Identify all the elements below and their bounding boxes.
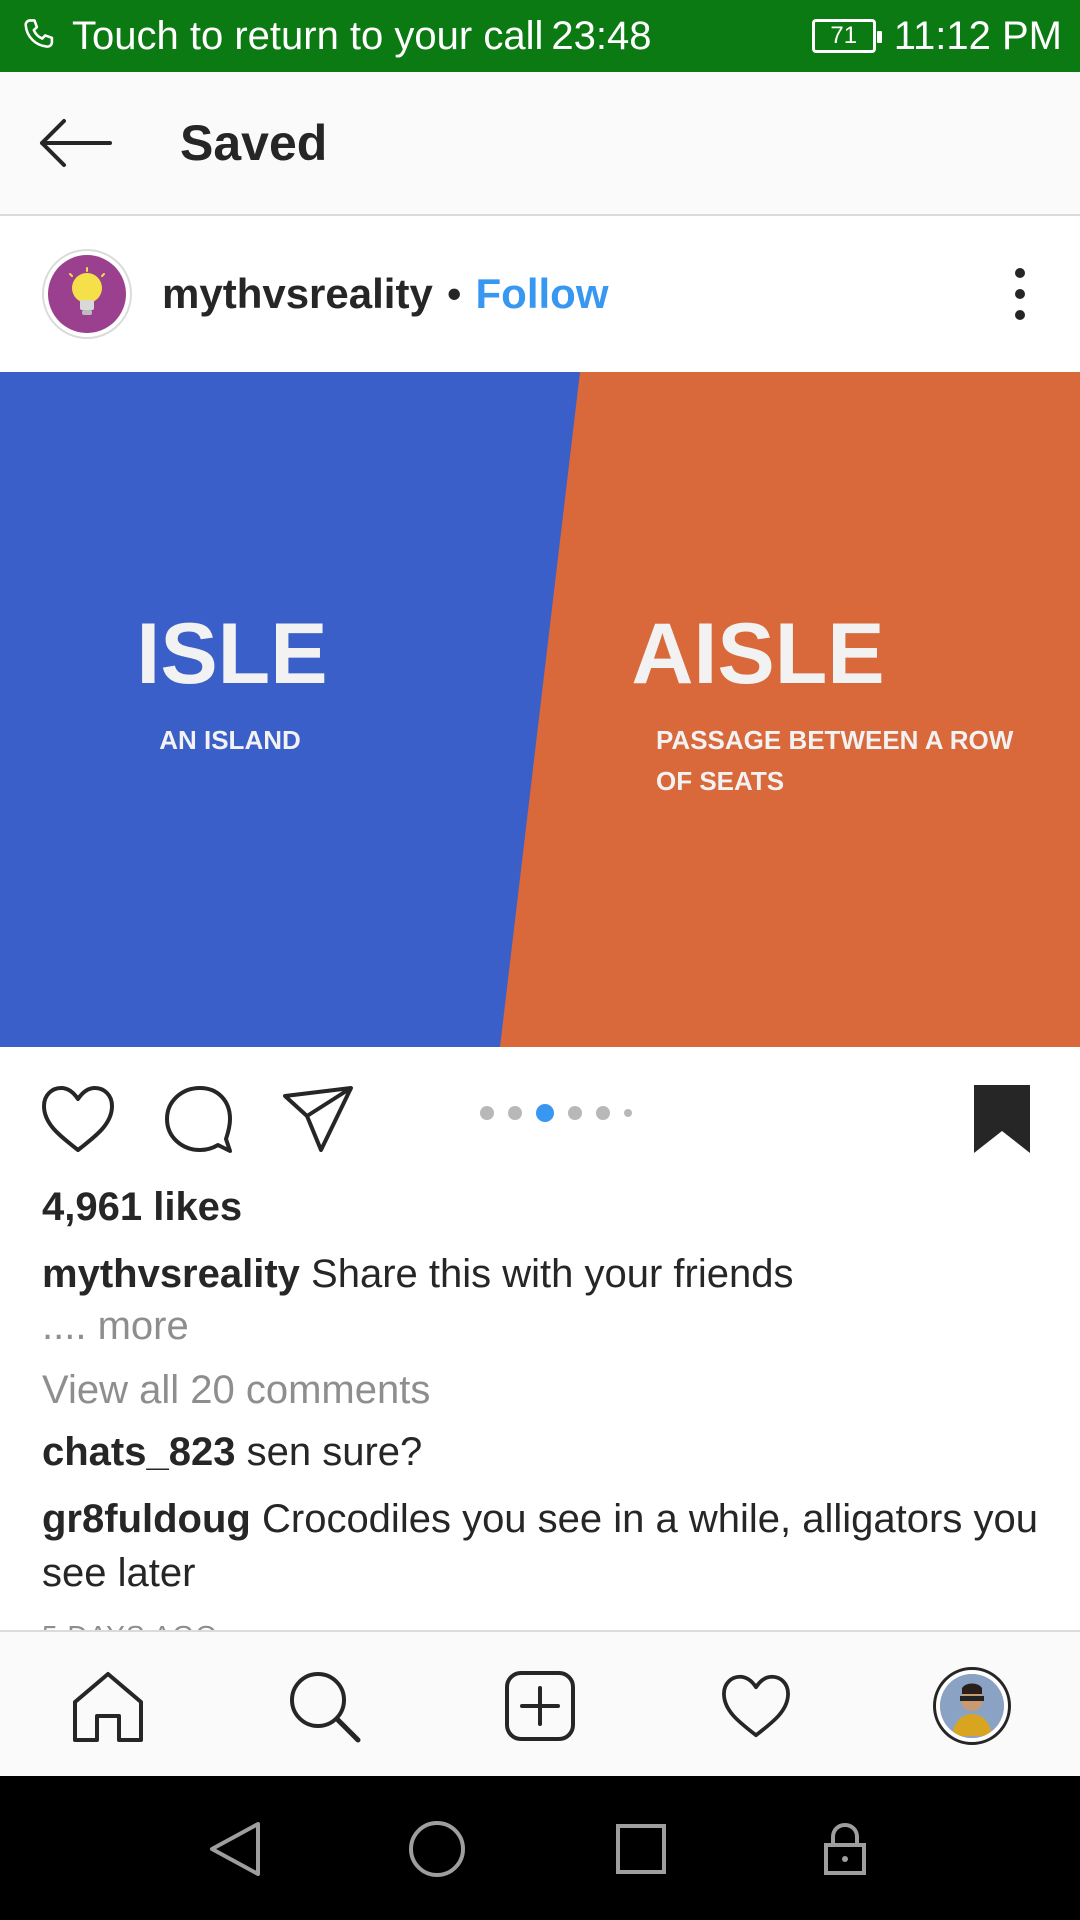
post-image[interactable]: ISLE AN ISLAND AISLE PASSAGE BETWEEN A R… xyxy=(0,372,1080,1047)
like-button[interactable] xyxy=(38,1079,118,1159)
back-button[interactable] xyxy=(20,88,130,198)
caption-more-link[interactable]: .... more xyxy=(42,1304,189,1349)
add-post-icon xyxy=(505,1671,575,1741)
carousel-dot xyxy=(536,1104,554,1122)
share-icon xyxy=(283,1086,353,1152)
carousel-dot xyxy=(596,1106,610,1120)
carousel-dot xyxy=(568,1106,582,1120)
search-icon xyxy=(290,1672,361,1743)
nav-search[interactable] xyxy=(282,1664,366,1748)
back-triangle-icon xyxy=(210,1822,260,1876)
follow-button[interactable]: Follow xyxy=(476,270,609,318)
bottom-navigation xyxy=(0,1630,1080,1776)
save-button[interactable] xyxy=(962,1079,1042,1159)
separator-dot: • xyxy=(446,270,462,317)
image-left-meaning: AN ISLAND xyxy=(159,725,301,755)
home-circle-icon xyxy=(409,1821,465,1877)
view-all-comments-link[interactable]: View all 20 comments xyxy=(42,1368,430,1413)
caption-text: Share this with your friends xyxy=(311,1252,794,1296)
profile-avatar xyxy=(933,1667,1011,1745)
system-navigation-bar xyxy=(0,1776,1080,1920)
page-title: Saved xyxy=(180,115,328,171)
lock-icon xyxy=(824,1822,866,1875)
image-right-meaning-line1: PASSAGE BETWEEN A ROW xyxy=(656,725,1014,755)
battery-icon: 71 xyxy=(811,19,882,53)
post-author-username[interactable]: mythvsreality xyxy=(162,270,433,318)
carousel-dot xyxy=(624,1109,632,1117)
carousel-dot xyxy=(508,1106,522,1120)
post-caption: mythvsreality Share this with your frien… xyxy=(42,1248,1042,1300)
heart-icon xyxy=(42,1086,114,1152)
likes-count[interactable]: 4,961 likes xyxy=(42,1185,242,1230)
recents-square-icon xyxy=(616,1824,666,1874)
activity-heart-icon xyxy=(722,1674,790,1738)
back-arrow-icon xyxy=(40,119,112,167)
post-header: mythvsreality • Follow xyxy=(0,218,1080,370)
nav-home[interactable] xyxy=(66,1664,150,1748)
system-back-button[interactable] xyxy=(204,1818,266,1880)
carousel-dot xyxy=(480,1106,494,1120)
caption-username[interactable]: mythvsreality xyxy=(42,1252,300,1296)
comment-item: gr8fuldoug Crocodiles you see in a while… xyxy=(42,1492,1042,1600)
carousel-indicator xyxy=(480,1104,632,1122)
comment-text: sen sure? xyxy=(246,1430,423,1474)
comment-icon xyxy=(165,1086,232,1153)
more-options-icon[interactable] xyxy=(1000,264,1040,324)
status-bar[interactable]: Touch to return to your call 23:48 71 11… xyxy=(0,0,1080,72)
system-recents-button[interactable] xyxy=(610,1818,672,1880)
comment-username[interactable]: gr8fuldoug xyxy=(42,1497,251,1541)
top-header: Saved xyxy=(0,72,1080,216)
comment-button[interactable] xyxy=(158,1079,238,1159)
return-to-call-text[interactable]: Touch to return to your call xyxy=(72,14,543,59)
share-button[interactable] xyxy=(278,1079,358,1159)
comment-username[interactable]: chats_823 xyxy=(42,1430,235,1474)
call-timer: 23:48 xyxy=(551,13,652,58)
comment-item: chats_823 sen sure? xyxy=(42,1425,1042,1479)
system-home-button[interactable] xyxy=(406,1818,468,1880)
nav-new-post[interactable] xyxy=(498,1664,582,1748)
phone-icon xyxy=(24,19,54,48)
image-right-word: AISLE xyxy=(631,606,884,702)
image-right-panel xyxy=(500,372,1080,1047)
post-author-avatar[interactable] xyxy=(42,249,132,339)
lightbulb-icon xyxy=(69,267,105,315)
image-right-meaning-line2: OF SEATS xyxy=(656,766,784,796)
clock: 11:12 PM xyxy=(893,13,1062,58)
bookmark-icon xyxy=(974,1085,1030,1153)
system-lock-button[interactable] xyxy=(814,1818,876,1880)
nav-activity[interactable] xyxy=(714,1664,798,1748)
nav-profile[interactable] xyxy=(930,1664,1014,1748)
home-icon xyxy=(73,1672,143,1742)
image-left-word: ISLE xyxy=(136,606,327,702)
